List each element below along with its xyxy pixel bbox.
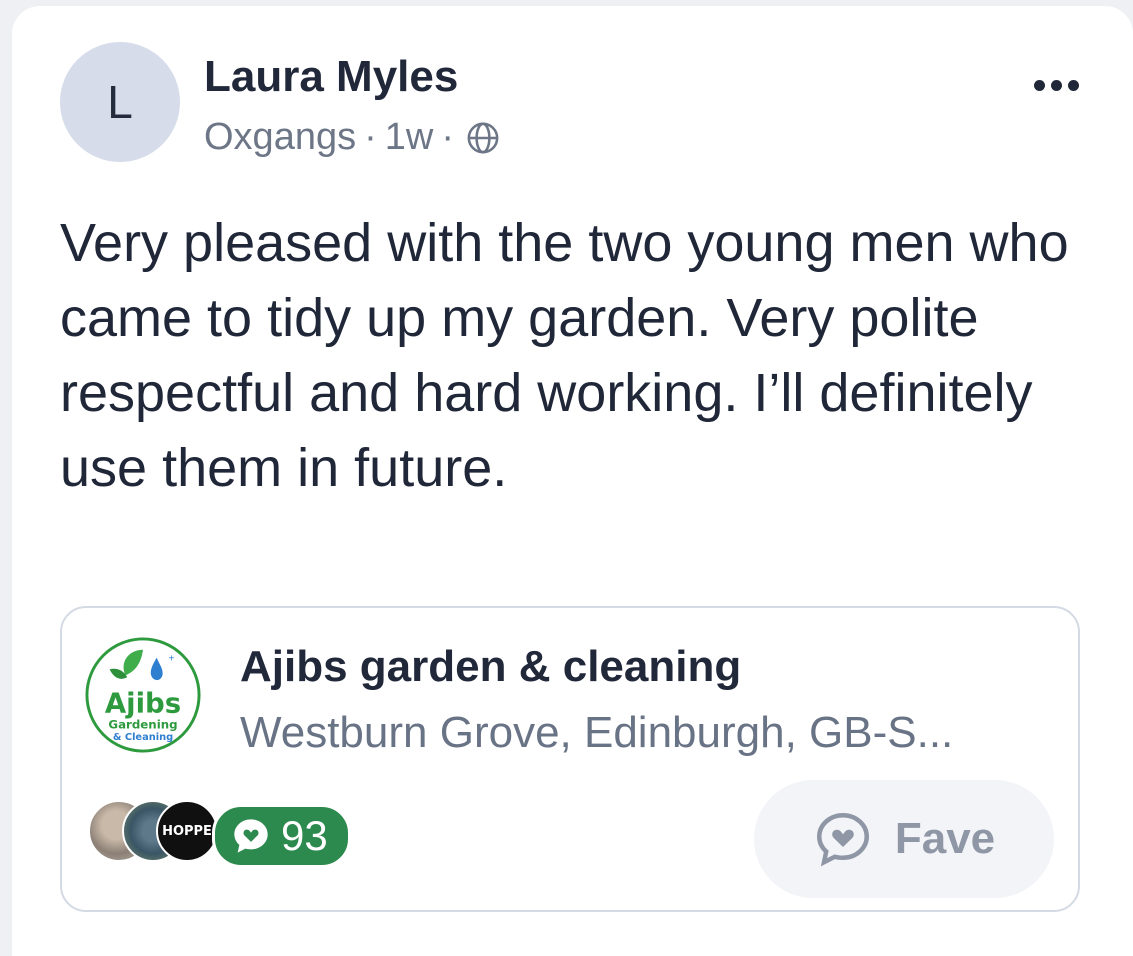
post-meta: Oxgangs · 1w · [204, 116, 500, 159]
fave-label: Fave [894, 814, 996, 863]
meta-separator: · [441, 116, 454, 158]
speech-heart-icon [816, 812, 869, 867]
dot [1068, 80, 1079, 91]
dot [1051, 80, 1062, 91]
logo-text-main: Ajibs [105, 688, 181, 720]
post-location[interactable]: Oxgangs [204, 116, 356, 159]
meta-separator: · [364, 116, 377, 158]
post-time: 1w [384, 116, 434, 158]
globe-icon [467, 122, 499, 153]
review-count-badge[interactable]: 93 [212, 804, 351, 868]
reviewer-avatar: HOPPE [156, 800, 218, 862]
business-address: Westburn Grove, Edinburgh, GB-S... [240, 708, 954, 757]
reviewer-avatars[interactable]: HOPPE [88, 800, 218, 862]
post-body: Very pleased with the two young men who … [60, 213, 1069, 498]
business-name[interactable]: Ajibs garden & cleaning [240, 642, 741, 692]
business-logo: + Ajibs Gardening & Cleaning [85, 637, 201, 753]
speech-heart-icon [234, 819, 268, 853]
dot [1034, 80, 1045, 91]
author-name[interactable]: Laura Myles [204, 52, 458, 102]
reviewer-badge-text: HOPPE [162, 823, 212, 839]
fave-button[interactable]: Fave [754, 780, 1054, 898]
review-count: 93 [281, 812, 328, 859]
author-avatar[interactable]: L [60, 42, 180, 162]
logo-text-sub2: & Cleaning [113, 732, 173, 743]
svg-text:+: + [169, 654, 175, 665]
logo-text-sub: Gardening [108, 717, 177, 731]
post-card: L Laura Myles Oxgangs · 1w · Very please… [12, 6, 1133, 956]
avatar-letter: L [107, 76, 133, 128]
business-card[interactable]: + Ajibs Gardening & Cleaning Ajibs garde… [60, 606, 1080, 912]
more-options-button[interactable] [1034, 80, 1079, 91]
